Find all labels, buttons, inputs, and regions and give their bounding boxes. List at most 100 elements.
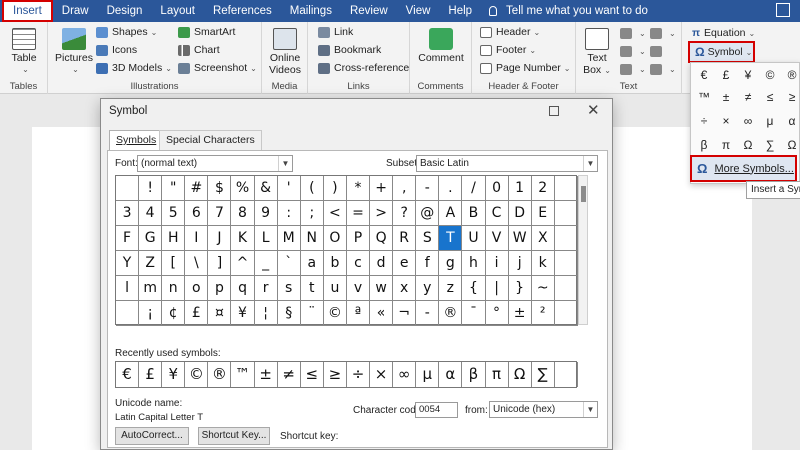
tell-me-search[interactable]: Tell me what you want to do bbox=[489, 5, 648, 17]
symbol-cell[interactable]: * bbox=[346, 176, 371, 201]
gallery-symbol[interactable]: ≥ bbox=[781, 87, 800, 107]
gallery-symbol[interactable]: × bbox=[715, 111, 737, 131]
symbol-cell[interactable]: O bbox=[323, 226, 347, 251]
symbol-cell[interactable]: ; bbox=[300, 201, 324, 226]
gallery-symbol[interactable]: ® bbox=[781, 65, 800, 85]
tab-help[interactable]: Help bbox=[439, 0, 481, 22]
symbol-cell[interactable]: r bbox=[254, 276, 278, 301]
recent-symbol-cell[interactable]: € bbox=[116, 362, 140, 387]
symbol-cell[interactable]: E bbox=[531, 201, 555, 226]
symbol-cell[interactable]: ¯ bbox=[462, 301, 486, 326]
online-videos-button[interactable]: Online Videos bbox=[266, 28, 304, 76]
symbol-cell[interactable]: + bbox=[370, 176, 394, 201]
close-icon[interactable]: ✕ bbox=[587, 101, 600, 119]
symbol-cell[interactable]: U bbox=[462, 226, 486, 251]
symbol-cell[interactable]: | bbox=[485, 276, 509, 301]
symbol-cell[interactable]: ¨ bbox=[300, 301, 324, 326]
gallery-symbol[interactable]: £ bbox=[715, 65, 737, 85]
page-number-button[interactable]: Page Number ⌄ bbox=[480, 62, 571, 74]
recent-symbol-cell[interactable]: ∞ bbox=[393, 362, 417, 387]
symbol-cell[interactable]: ) bbox=[323, 176, 347, 201]
symbol-cell[interactable]: [ bbox=[162, 251, 186, 276]
recent-symbol-cell[interactable]: Ω bbox=[509, 362, 532, 387]
symbol-cell[interactable]: ° bbox=[485, 301, 509, 326]
recent-symbol-cell[interactable]: ≥ bbox=[324, 362, 347, 387]
symbol-cell[interactable]: 9 bbox=[254, 201, 278, 226]
scrollbar-thumb[interactable] bbox=[581, 186, 586, 202]
pictures-button[interactable]: Pictures ⌄ bbox=[54, 28, 94, 76]
link-button[interactable]: Link bbox=[318, 26, 353, 38]
gallery-symbol[interactable]: ÷ bbox=[693, 111, 715, 131]
symbol-cell[interactable]: _ bbox=[254, 251, 278, 276]
symbol-cell[interactable] bbox=[554, 301, 578, 326]
shortcut-key-button[interactable]: Shortcut Key... bbox=[198, 427, 270, 445]
recent-symbol-cell[interactable]: β bbox=[462, 362, 486, 387]
recent-symbol-cell[interactable]: ± bbox=[255, 362, 278, 387]
text-box-button[interactable]: Text Box ⌄ bbox=[580, 28, 614, 77]
symbol-cell[interactable]: ( bbox=[300, 176, 324, 201]
symbol-cell[interactable]: % bbox=[231, 176, 255, 201]
symbol-cell[interactable]: , bbox=[393, 176, 417, 201]
recent-symbol-cell[interactable] bbox=[555, 362, 578, 387]
symbol-cell[interactable]: " bbox=[162, 176, 186, 201]
symbol-cell[interactable]: ® bbox=[439, 301, 463, 326]
tab-insert[interactable]: Insert bbox=[2, 0, 53, 22]
symbol-cell[interactable]: M bbox=[277, 226, 301, 251]
symbol-cell[interactable]: G bbox=[139, 226, 163, 251]
symbol-cell[interactable] bbox=[116, 301, 140, 326]
symbol-cell[interactable]: ~ bbox=[531, 276, 555, 301]
cross-reference-button[interactable]: Cross-reference bbox=[318, 62, 409, 74]
chart-button[interactable]: Chart bbox=[178, 44, 220, 56]
recent-symbol-cell[interactable]: μ bbox=[416, 362, 440, 387]
tab-special-characters[interactable]: Special Characters bbox=[159, 130, 262, 150]
recent-symbol-cell[interactable]: ¥ bbox=[162, 362, 186, 387]
symbol-cell[interactable]: y bbox=[416, 276, 440, 301]
symbol-cell[interactable]: 2 bbox=[531, 176, 555, 201]
text-tool-button-2[interactable]: ⌄ bbox=[620, 46, 646, 57]
symbol-cell[interactable]: > bbox=[370, 201, 394, 226]
tab-design[interactable]: Design bbox=[98, 0, 152, 22]
symbol-cell[interactable]: ¥ bbox=[231, 301, 255, 326]
symbol-cell[interactable]: Z bbox=[139, 251, 163, 276]
symbol-cell[interactable]: ² bbox=[531, 301, 555, 326]
symbol-cell[interactable]: t bbox=[300, 276, 324, 301]
symbol-cell[interactable]: ¬ bbox=[393, 301, 417, 326]
recent-symbol-cell[interactable]: ÷ bbox=[347, 362, 371, 387]
symbol-cell[interactable]: B bbox=[462, 201, 486, 226]
symbol-cell[interactable]: h bbox=[462, 251, 486, 276]
symbol-cell[interactable]: ¡ bbox=[139, 301, 163, 326]
recent-symbol-cell[interactable]: ≤ bbox=[301, 362, 324, 387]
symbol-cell[interactable]: R bbox=[393, 226, 417, 251]
symbol-cell[interactable]: } bbox=[508, 276, 532, 301]
symbol-cell[interactable]: N bbox=[300, 226, 324, 251]
recent-symbol-cell[interactable]: × bbox=[370, 362, 394, 387]
text-tool-button-1[interactable]: ⌄ bbox=[620, 28, 646, 39]
shapes-button[interactable]: Shapes ⌄ bbox=[96, 26, 157, 38]
gallery-symbol[interactable]: Ω bbox=[781, 135, 800, 155]
symbol-cell[interactable]: ª bbox=[346, 301, 371, 326]
bookmark-button[interactable]: Bookmark bbox=[318, 44, 381, 56]
symbol-cell[interactable]: - bbox=[416, 301, 440, 326]
symbol-cell[interactable]: ¦ bbox=[254, 301, 278, 326]
symbol-cell[interactable]: n bbox=[162, 276, 186, 301]
tab-mailings[interactable]: Mailings bbox=[281, 0, 341, 22]
from-select[interactable]: Unicode (hex) ▼ bbox=[489, 401, 598, 418]
icons-button[interactable]: Icons bbox=[96, 44, 137, 56]
symbol-cell[interactable]: Q bbox=[370, 226, 394, 251]
symbol-cell[interactable]: C bbox=[485, 201, 509, 226]
gallery-symbol[interactable]: € bbox=[693, 65, 715, 85]
gallery-symbol[interactable]: ∞ bbox=[737, 111, 759, 131]
symbol-cell[interactable] bbox=[554, 226, 578, 251]
symbol-cell[interactable]: 6 bbox=[185, 201, 209, 226]
symbol-cell[interactable]: I bbox=[185, 226, 209, 251]
recent-symbol-cell[interactable]: ™ bbox=[231, 362, 255, 387]
symbol-cell[interactable]: & bbox=[254, 176, 278, 201]
symbol-cell[interactable]: X bbox=[531, 226, 555, 251]
symbol-cell[interactable]: z bbox=[439, 276, 463, 301]
gallery-symbol[interactable]: Ω bbox=[737, 135, 759, 155]
smartart-button[interactable]: SmartArt bbox=[178, 26, 235, 38]
symbol-cell[interactable]: s bbox=[277, 276, 301, 301]
symbol-cell[interactable]: e bbox=[393, 251, 417, 276]
symbol-cell[interactable]: P bbox=[346, 226, 371, 251]
symbol-cell[interactable]: a bbox=[300, 251, 324, 276]
